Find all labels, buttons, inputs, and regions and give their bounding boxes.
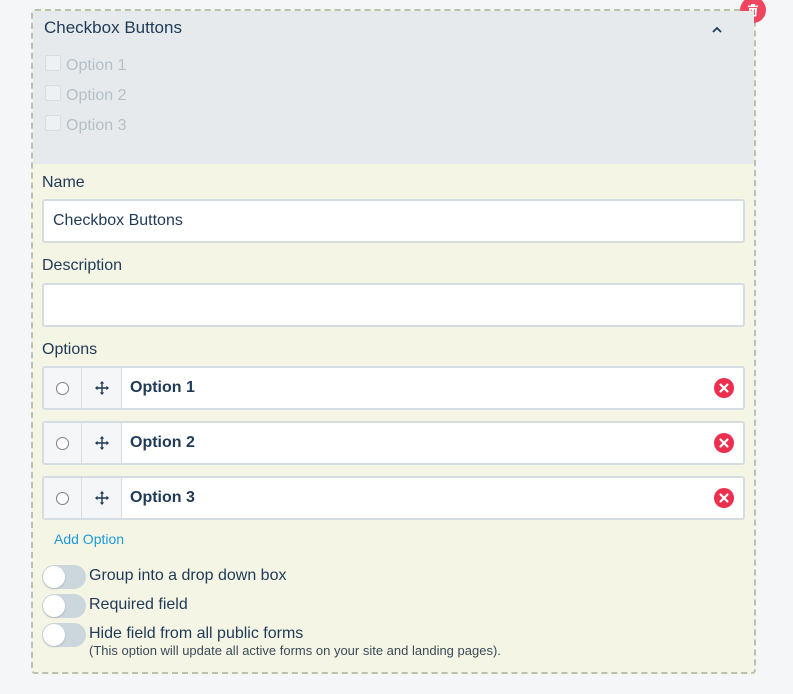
- preview-option: Option 3: [45, 115, 127, 136]
- remove-option-button[interactable]: [705, 423, 743, 463]
- name-label: Name: [42, 174, 85, 191]
- chevron-up-icon: [712, 26, 722, 33]
- preview-checkbox: [45, 55, 61, 71]
- preview-option-label: Option 2: [66, 87, 127, 104]
- option-default-cell: [44, 478, 82, 518]
- preview-title: Checkbox Buttons: [44, 18, 182, 37]
- option-default-radio[interactable]: [56, 491, 69, 505]
- option-drag-handle[interactable]: [82, 368, 122, 408]
- hide-field-note: (This option will update all active form…: [89, 643, 501, 658]
- option-default-cell: [44, 423, 82, 463]
- preview-option-label: Option 3: [66, 117, 127, 134]
- remove-circle-icon: [714, 378, 734, 398]
- required-setting: Required field: [42, 594, 188, 618]
- add-option-link[interactable]: Add Option: [54, 531, 124, 547]
- option-drag-handle[interactable]: [82, 423, 122, 463]
- toggle-knob: [43, 595, 65, 617]
- name-input[interactable]: [42, 199, 745, 243]
- move-icon: [94, 436, 109, 450]
- field-preview: Checkbox Buttons Option 1 Option 2 Optio…: [33, 11, 754, 164]
- move-icon: [94, 491, 109, 505]
- hide-field-setting: Hide field from all public forms (This o…: [42, 623, 501, 658]
- options-label: Options: [42, 341, 98, 358]
- hide-field-text: Hide field from all public forms (This o…: [89, 625, 501, 658]
- preview-option-label: Option 1: [66, 57, 127, 74]
- group-dropdown-setting: Group into a drop down box: [42, 565, 286, 589]
- hide-field-label: Hide field from all public forms: [89, 625, 304, 642]
- hide-field-toggle[interactable]: [42, 623, 86, 647]
- option-row: [42, 366, 745, 410]
- option-default-cell: [44, 368, 82, 408]
- preview-option: Option 1: [45, 55, 127, 76]
- toggle-knob: [43, 624, 65, 646]
- option-row: [42, 476, 745, 520]
- toggle-knob: [43, 566, 65, 588]
- move-icon: [94, 381, 109, 395]
- option-text-input[interactable]: [122, 478, 705, 518]
- option-drag-handle[interactable]: [82, 478, 122, 518]
- description-input[interactable]: [42, 283, 745, 327]
- remove-circle-icon: [714, 433, 734, 453]
- collapse-button[interactable]: [710, 23, 724, 37]
- option-default-radio[interactable]: [56, 436, 69, 450]
- option-default-radio[interactable]: [56, 381, 69, 395]
- description-label: Description: [42, 257, 123, 274]
- remove-option-button[interactable]: [705, 478, 743, 518]
- preview-checkbox: [45, 115, 61, 131]
- preview-checkbox: [45, 85, 61, 101]
- group-dropdown-label: Group into a drop down box: [89, 567, 287, 584]
- field-editor-card: Checkbox Buttons Option 1 Option 2 Optio…: [31, 0, 766, 674]
- option-row: [42, 421, 745, 465]
- preview-option: Option 2: [45, 85, 127, 106]
- required-label: Required field: [89, 596, 188, 613]
- remove-circle-icon: [714, 488, 734, 508]
- required-toggle[interactable]: [42, 594, 86, 618]
- group-dropdown-toggle[interactable]: [42, 565, 86, 589]
- option-text-input[interactable]: [122, 423, 705, 463]
- remove-option-button[interactable]: [705, 368, 743, 408]
- option-text-input[interactable]: [122, 368, 705, 408]
